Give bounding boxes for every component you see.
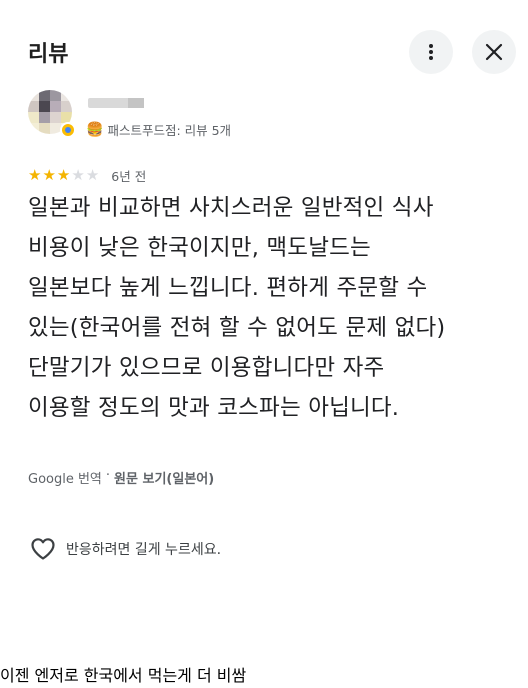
- translation-separator: ·: [105, 468, 111, 483]
- caption-text: 이젠 엔저로 한국에서 먹는게 더 비쌈: [0, 666, 247, 685]
- translation-row: Google 번역 · 원문 보기(일본어): [28, 468, 214, 487]
- review-text-line: 일본보다 높게 느낍니다. 편하게 주문할 수: [28, 275, 428, 301]
- close-button[interactable]: [472, 30, 516, 74]
- reaction-hint: 반응하려면 길게 누르세요.: [66, 542, 222, 558]
- more-options-button[interactable]: [409, 30, 453, 74]
- review-text-line: 단말기가 있으므로 이용합니다만 자주: [28, 355, 385, 381]
- reviewer-info[interactable]: 🍔 패스트푸드점: 리뷰 5개: [28, 90, 508, 150]
- reviewer-meta: 🍔 패스트푸드점: 리뷰 5개: [86, 120, 231, 139]
- more-vert-icon: [429, 44, 433, 60]
- review-text-line: 있는(한국어를 전혀 할 수 없어도 문제 없다): [28, 315, 446, 341]
- local-guide-badge-icon: [60, 122, 76, 138]
- view-original-link[interactable]: 원문 보기(일본어): [114, 468, 214, 487]
- review-text-line: 이용할 정도의 맛과 코스파는 아닙니다.: [28, 395, 400, 421]
- star-rating: ★ ★ ★ ★ ★: [28, 168, 99, 183]
- translation-source: Google 번역: [28, 472, 102, 487]
- review-text: 일본과 비교하면 사치스러운 일반적인 식사비용이 낮은 한국이지만, 맥도날드…: [28, 188, 512, 428]
- app-header: 리뷰: [0, 0, 528, 90]
- star-empty-icon: ★: [85, 166, 100, 184]
- heart-outline-icon[interactable]: [30, 537, 56, 561]
- review-text-line: 일본과 비교하면 사치스러운 일반적인 식사: [28, 195, 434, 221]
- review-time: 6년 전: [111, 169, 147, 184]
- star-empty-icon: ★: [71, 166, 85, 184]
- star-filled-icon: ★: [56, 166, 71, 184]
- star-filled-icon: ★: [42, 166, 56, 184]
- star-filled-icon: ★: [28, 166, 42, 184]
- burger-icon: 🍔: [86, 121, 104, 138]
- close-icon: [485, 43, 503, 61]
- page-title: 리뷰: [28, 42, 69, 67]
- reviewer-meta-text: 패스트푸드점: 리뷰 5개: [107, 123, 232, 138]
- rating-row: ★ ★ ★ ★ ★ 6년 전: [28, 166, 146, 185]
- review-text-line: 비용이 낮은 한국이지만, 맥도날드는: [28, 235, 371, 261]
- reviewer-name-redacted-part: [128, 98, 144, 108]
- reaction-row[interactable]: 반응하려면 길게 누르세요.: [30, 537, 221, 561]
